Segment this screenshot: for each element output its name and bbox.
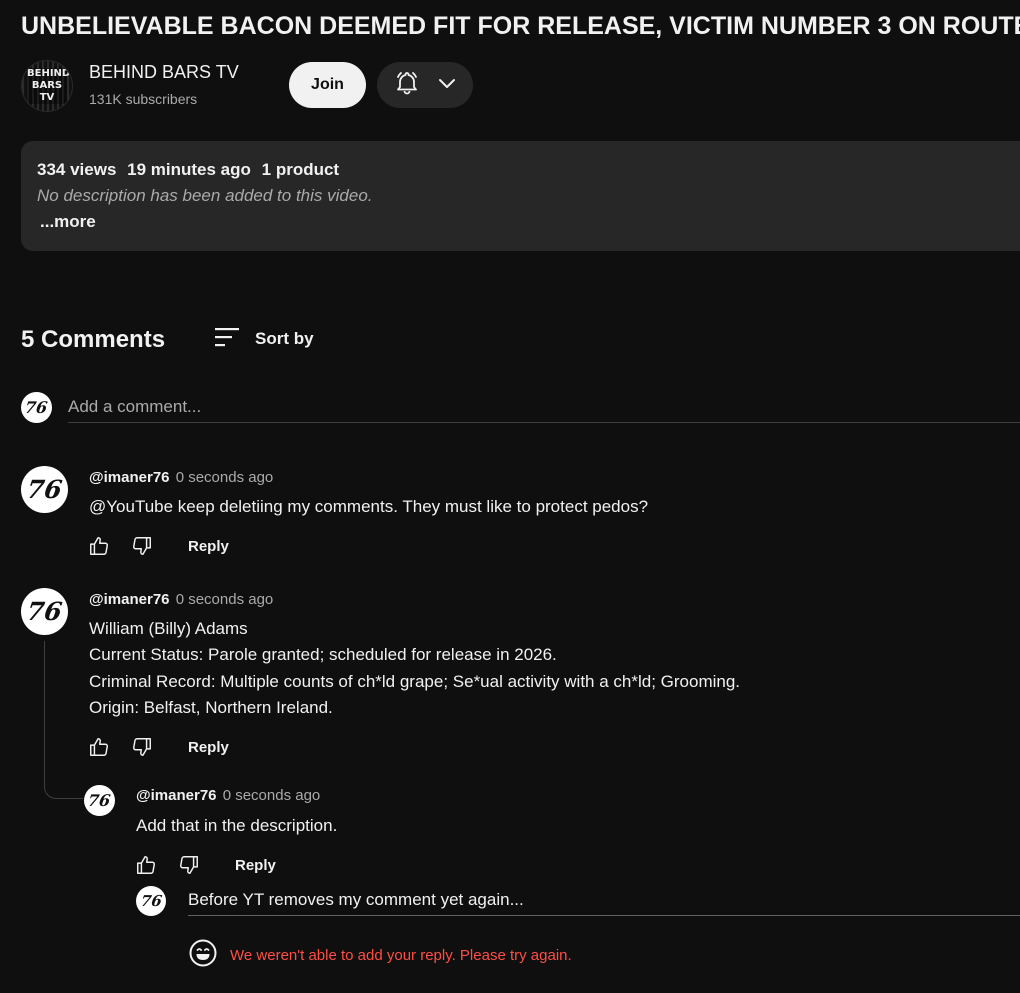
channel-avatar[interactable]: BEHIND BARS TV <box>21 60 73 112</box>
add-comment-input[interactable] <box>68 392 1020 423</box>
comment-actions: Reply <box>87 735 229 759</box>
chevron-down-icon <box>436 72 458 99</box>
comment-author: @imaner76 0 seconds ago <box>89 469 273 486</box>
reply-error: We weren't able to add your reply. Pleas… <box>188 938 572 973</box>
dislike-icon[interactable] <box>130 735 154 759</box>
reply-text: Add that in the description. <box>136 816 338 835</box>
thread-connector <box>44 641 83 799</box>
avatar-logo: 76 <box>87 791 112 810</box>
description-box[interactable]: 334 views 19 minutes ago 1 product No de… <box>21 141 1020 251</box>
comment-line: Origin: Belfast, Northern Ireland. <box>89 697 333 717</box>
reply-button[interactable]: Reply <box>188 739 229 756</box>
view-count: 334 views <box>37 160 117 179</box>
comment-line: William (Billy) Adams <box>89 619 248 638</box>
product-count[interactable]: 1 product <box>262 160 339 179</box>
sort-by-label: Sort by <box>255 329 314 348</box>
comment-time[interactable]: 0 seconds ago <box>176 469 274 486</box>
subscriber-count: 131K subscribers <box>89 91 198 107</box>
comment-handle[interactable]: @imaner76 <box>89 591 170 608</box>
comment-handle[interactable]: @imaner76 <box>89 469 170 486</box>
like-icon[interactable] <box>87 735 111 759</box>
avatar-logo: 76 <box>25 597 64 626</box>
comment-text: William (Billy) Adams Current Status: Pa… <box>89 616 740 721</box>
comment-text: @YouTube keep deletiing my comments. The… <box>89 494 648 520</box>
avatar-logo: 76 <box>24 398 49 417</box>
commenter-avatar[interactable]: 76 <box>21 588 68 635</box>
like-icon[interactable] <box>134 853 158 877</box>
reply-author: @imaner76 0 seconds ago <box>136 787 320 804</box>
comment-line: Current Status: Parole granted; schedule… <box>89 645 557 665</box>
sort-icon <box>213 325 241 354</box>
user-avatar: 76 <box>21 392 52 423</box>
emoji-icon[interactable] <box>188 938 218 973</box>
more-button[interactable]: ...more <box>40 212 96 232</box>
error-message: We weren't able to add your reply. Pleas… <box>230 947 572 964</box>
comments-count: 5 Comments <box>21 326 166 353</box>
reply-time[interactable]: 0 seconds ago <box>223 787 321 804</box>
bell-icon <box>392 68 422 103</box>
comment-actions: Reply <box>87 534 229 558</box>
reply-button[interactable]: Reply <box>235 857 276 874</box>
dislike-icon[interactable] <box>177 853 201 877</box>
reply-handle[interactable]: @imaner76 <box>136 787 217 804</box>
comment-time[interactable]: 0 seconds ago <box>176 591 274 608</box>
like-icon[interactable] <box>87 534 111 558</box>
reply-actions: Reply <box>134 853 276 877</box>
user-avatar: 76 <box>136 886 166 916</box>
commenter-avatar[interactable]: 76 <box>21 466 68 513</box>
upload-age: 19 minutes ago <box>127 160 251 179</box>
description-text: No description has been added to this vi… <box>37 186 373 205</box>
avatar-logo: 76 <box>25 475 64 504</box>
avatar-logo: 76 <box>139 892 163 910</box>
youtube-watch-page: UNBELIEVABLE BACON DEEMED FIT FOR RELEAS… <box>0 0 1020 993</box>
channel-name[interactable]: BEHIND BARS TV <box>89 62 239 83</box>
reply-input[interactable] <box>188 885 1020 916</box>
dislike-icon[interactable] <box>130 534 154 558</box>
channel-avatar-logo: BEHIND BARS TV <box>27 68 71 104</box>
comment-line: @YouTube keep deletiing my comments. The… <box>89 497 649 516</box>
comment-line: Criminal Record: Multiple counts of ch*l… <box>89 671 741 691</box>
sort-by-button[interactable]: Sort by <box>213 326 314 352</box>
notifications-button[interactable] <box>377 62 473 108</box>
video-meta: 334 views 19 minutes ago 1 product <box>37 160 345 180</box>
join-button[interactable]: Join <box>289 62 366 108</box>
video-title: UNBELIEVABLE BACON DEEMED FIT FOR RELEAS… <box>21 12 1020 40</box>
reply-avatar[interactable]: 76 <box>84 785 115 816</box>
comment-author: @imaner76 0 seconds ago <box>89 591 273 608</box>
reply-button[interactable]: Reply <box>188 538 229 555</box>
